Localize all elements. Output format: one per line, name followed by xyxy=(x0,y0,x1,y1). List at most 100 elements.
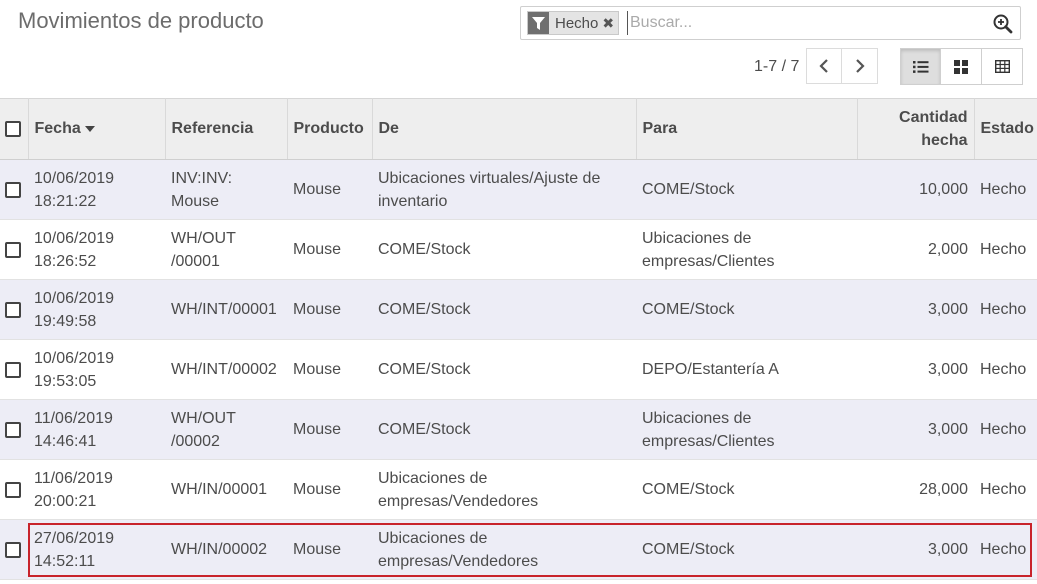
cell-producto: Mouse xyxy=(287,279,372,340)
table-row[interactable]: 11/06/2019 20:00:21 WH/IN/00001 Mouse Ubicac… xyxy=(0,459,1037,520)
row-checkbox[interactable] xyxy=(5,181,21,198)
facet-label: Hecho xyxy=(555,14,599,32)
cell-estado: Hecho xyxy=(974,279,1037,340)
cell-referencia: INV:INV: Mouse xyxy=(165,159,287,220)
kanban-view-icon xyxy=(954,59,968,74)
cell-de: Ubicaciones de empresas/Vendedores xyxy=(372,459,636,520)
cell-cantidad: 3,000 xyxy=(857,519,974,580)
cell-de: COME/Stock xyxy=(372,219,636,280)
column-header-cantidad-hecha[interactable]: Cantidad hecha xyxy=(857,98,975,160)
cell-estado: Hecho xyxy=(974,219,1037,280)
cell-producto: Mouse xyxy=(287,159,372,220)
cell-para: COME/Stock xyxy=(636,279,857,340)
cell-para: Ubicaciones de empresas/Clientes xyxy=(636,399,857,460)
search-facet[interactable]: Hecho ✖ xyxy=(527,11,620,35)
kanban-view-button[interactable] xyxy=(941,48,982,85)
cell-cantidad: 3,000 xyxy=(857,339,974,400)
pager-previous-button[interactable] xyxy=(806,48,842,84)
row-select-cell xyxy=(0,219,28,280)
table-row[interactable]: 10/06/2019 18:21:22 INV:INV: Mouse Mouse Ubic… xyxy=(0,159,1037,220)
pivot-view-icon xyxy=(994,60,1010,73)
cell-para: DEPO/Estantería A xyxy=(636,339,857,400)
cell-estado: Hecho xyxy=(974,399,1037,460)
pager-value[interactable]: 1-7 / 7 xyxy=(754,58,799,76)
chevron-right-icon xyxy=(855,59,865,73)
search-input[interactable] xyxy=(627,11,987,35)
row-checkbox[interactable] xyxy=(5,481,21,498)
cell-referencia: WH/OUT/00002 xyxy=(165,399,287,460)
cell-estado: Hecho xyxy=(974,519,1037,580)
column-header-para[interactable]: Para xyxy=(636,98,858,160)
cell-estado: Hecho xyxy=(974,459,1037,520)
facet-values: Hecho ✖ xyxy=(549,12,619,34)
pager-next-button[interactable] xyxy=(842,48,878,84)
row-checkbox[interactable] xyxy=(5,541,21,558)
row-checkbox[interactable] xyxy=(5,241,21,258)
row-select-cell xyxy=(0,519,28,580)
row-checkbox[interactable] xyxy=(5,361,21,378)
cell-cantidad: 28,000 xyxy=(857,459,974,520)
cell-producto: Mouse xyxy=(287,399,372,460)
row-checkbox[interactable] xyxy=(5,301,21,318)
row-select-cell xyxy=(0,459,28,520)
search-box[interactable]: Hecho ✖ xyxy=(520,6,1021,40)
table-row[interactable]: 10/06/2019 18:26:52 WH/OUT/00001 Mouse COME/… xyxy=(0,219,1037,280)
cell-cantidad: 10,000 xyxy=(857,159,974,220)
cell-cantidad: 2,000 xyxy=(857,219,974,280)
cell-fecha: 27/06/2019 14:52:11 xyxy=(28,519,165,580)
cell-para: COME/Stock xyxy=(636,519,857,580)
moves-table: Fecha Referencia Producto De Para Cantid… xyxy=(0,98,1037,580)
cell-estado: Hecho xyxy=(974,339,1037,400)
caret-down-icon xyxy=(85,125,96,132)
cell-de: Ubicaciones virtuales/Ajuste de inventari… xyxy=(372,159,636,220)
column-header-referencia[interactable]: Referencia xyxy=(165,98,288,160)
cell-fecha: 11/06/2019 20:00:21 xyxy=(28,459,165,520)
close-icon[interactable]: ✖ xyxy=(602,15,614,32)
list-view-button[interactable] xyxy=(900,48,941,85)
cell-fecha: 10/06/2019 18:21:22 xyxy=(28,159,165,220)
select-all-cell xyxy=(0,98,29,160)
table-row[interactable]: 10/06/2019 19:49:58 WH/INT/00001 Mouse COME/… xyxy=(0,279,1037,340)
table-row[interactable]: 27/06/2019 14:52:11 WH/IN/00002 Mouse Ubicac… xyxy=(0,519,1037,580)
cell-estado: Hecho xyxy=(974,159,1037,220)
control-panel: Movimientos de producto Hecho ✖ 1-7 / 7 xyxy=(0,0,1037,98)
cell-de: COME/Stock xyxy=(372,339,636,400)
table-row[interactable]: 11/06/2019 14:46:41 WH/OUT/00002 Mouse COME/… xyxy=(0,399,1037,460)
column-header-producto[interactable]: Producto xyxy=(287,98,373,160)
cell-de: COME/Stock xyxy=(372,279,636,340)
row-select-cell xyxy=(0,339,28,400)
cell-referencia: WH/INT/00001 xyxy=(165,279,287,340)
list-view-icon xyxy=(912,60,928,73)
table-header-row: Fecha Referencia Producto De Para Cantid… xyxy=(0,98,1037,160)
chevron-left-icon xyxy=(819,59,828,73)
row-checkbox[interactable] xyxy=(5,421,21,438)
row-select-cell xyxy=(0,279,28,340)
column-header-label: Fecha xyxy=(34,120,81,137)
select-all-checkbox[interactable] xyxy=(5,120,21,137)
column-header-de[interactable]: De xyxy=(372,98,637,160)
row-select-cell xyxy=(0,399,28,460)
cell-producto: Mouse xyxy=(287,459,372,520)
cell-fecha: 10/06/2019 19:53:05 xyxy=(28,339,165,400)
pivot-view-button[interactable] xyxy=(982,48,1023,85)
cell-producto: Mouse xyxy=(287,519,372,580)
pager-buttons xyxy=(806,48,878,84)
page-title: Movimientos de producto xyxy=(18,8,264,33)
cell-referencia: WH/OUT/00001 xyxy=(165,219,287,280)
column-header-fecha[interactable]: Fecha xyxy=(28,98,166,160)
column-header-estado[interactable]: Estado xyxy=(974,98,1037,160)
cell-producto: Mouse xyxy=(287,339,372,400)
cell-cantidad: 3,000 xyxy=(857,279,974,340)
cell-cantidad: 3,000 xyxy=(857,399,974,460)
cell-fecha: 10/06/2019 19:49:58 xyxy=(28,279,165,340)
view-switcher xyxy=(900,48,1023,85)
cell-referencia: WH/INT/00002 xyxy=(165,339,287,400)
table-row[interactable]: 10/06/2019 19:53:05 WH/INT/00002 Mouse COME/… xyxy=(0,339,1037,400)
cell-producto: Mouse xyxy=(287,219,372,280)
search-zoom-icon[interactable] xyxy=(992,13,1014,35)
column-header-label: hecha xyxy=(921,132,968,149)
cell-fecha: 11/06/2019 14:46:41 xyxy=(28,399,165,460)
cell-para: Ubicaciones de empresas/Clientes xyxy=(636,219,857,280)
cell-de: Ubicaciones de empresas/Vendedores xyxy=(372,519,636,580)
row-select-cell xyxy=(0,159,28,220)
